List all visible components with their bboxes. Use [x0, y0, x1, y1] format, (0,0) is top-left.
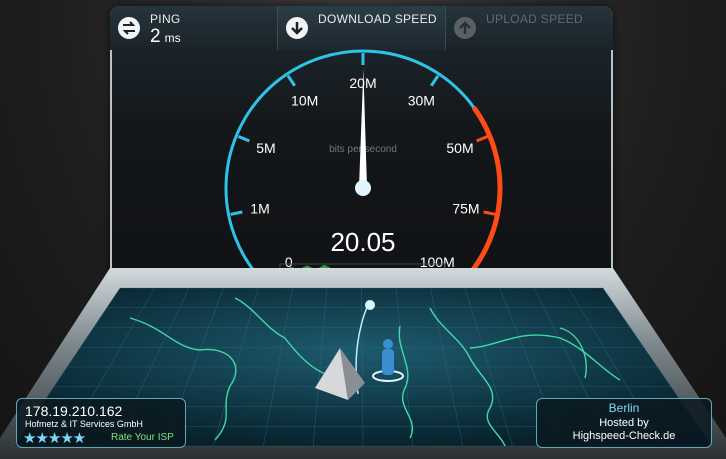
gauge-label: 75M: [452, 200, 479, 216]
gauge-tick: [483, 210, 496, 216]
gauge-tick: [476, 134, 489, 143]
ip-address: 178.19.210.162: [25, 403, 123, 419]
gauge-tick: [230, 210, 243, 216]
gauge-label: 50M: [446, 140, 473, 156]
isp-name: Hofmetz & IT Services GmbH: [25, 419, 143, 429]
server-city: Berlin: [608, 401, 640, 415]
host-name: Highspeed-Check.de: [572, 430, 676, 442]
gauge-tick: [430, 74, 440, 87]
gauge-label: 30M: [408, 93, 435, 109]
speed-gauge: 01M5M10M20M30M50M75M100M bits per second…: [224, 49, 503, 276]
gauge-label: 10M: [291, 93, 318, 109]
speedometer-panel: PING 2 ms DOWNLOAD SPEED UPLOAD SPEED 0 1M…: [110, 6, 613, 276]
rating-stars-icon[interactable]: ★★★★★: [23, 429, 86, 447]
rate-isp-link[interactable]: Rate Your ISP: [111, 432, 174, 443]
gauge-tick: [286, 74, 296, 87]
gauge-label: 1M: [250, 200, 269, 216]
isp-info-box: 178.19.210.162 Hofmetz & IT Services Gmb…: [16, 398, 186, 448]
speed-reading: 20.05: [330, 227, 395, 257]
server-info-box: Berlin Hosted by Highspeed-Check.de: [536, 398, 712, 448]
gauge-high-arc: [464, 106, 503, 276]
needle-hub: [355, 180, 371, 196]
gauge-label: 5M: [256, 140, 275, 156]
gauge-tick: [237, 134, 250, 143]
hosted-by-label: Hosted by: [599, 417, 649, 429]
target-dot: [365, 300, 375, 310]
